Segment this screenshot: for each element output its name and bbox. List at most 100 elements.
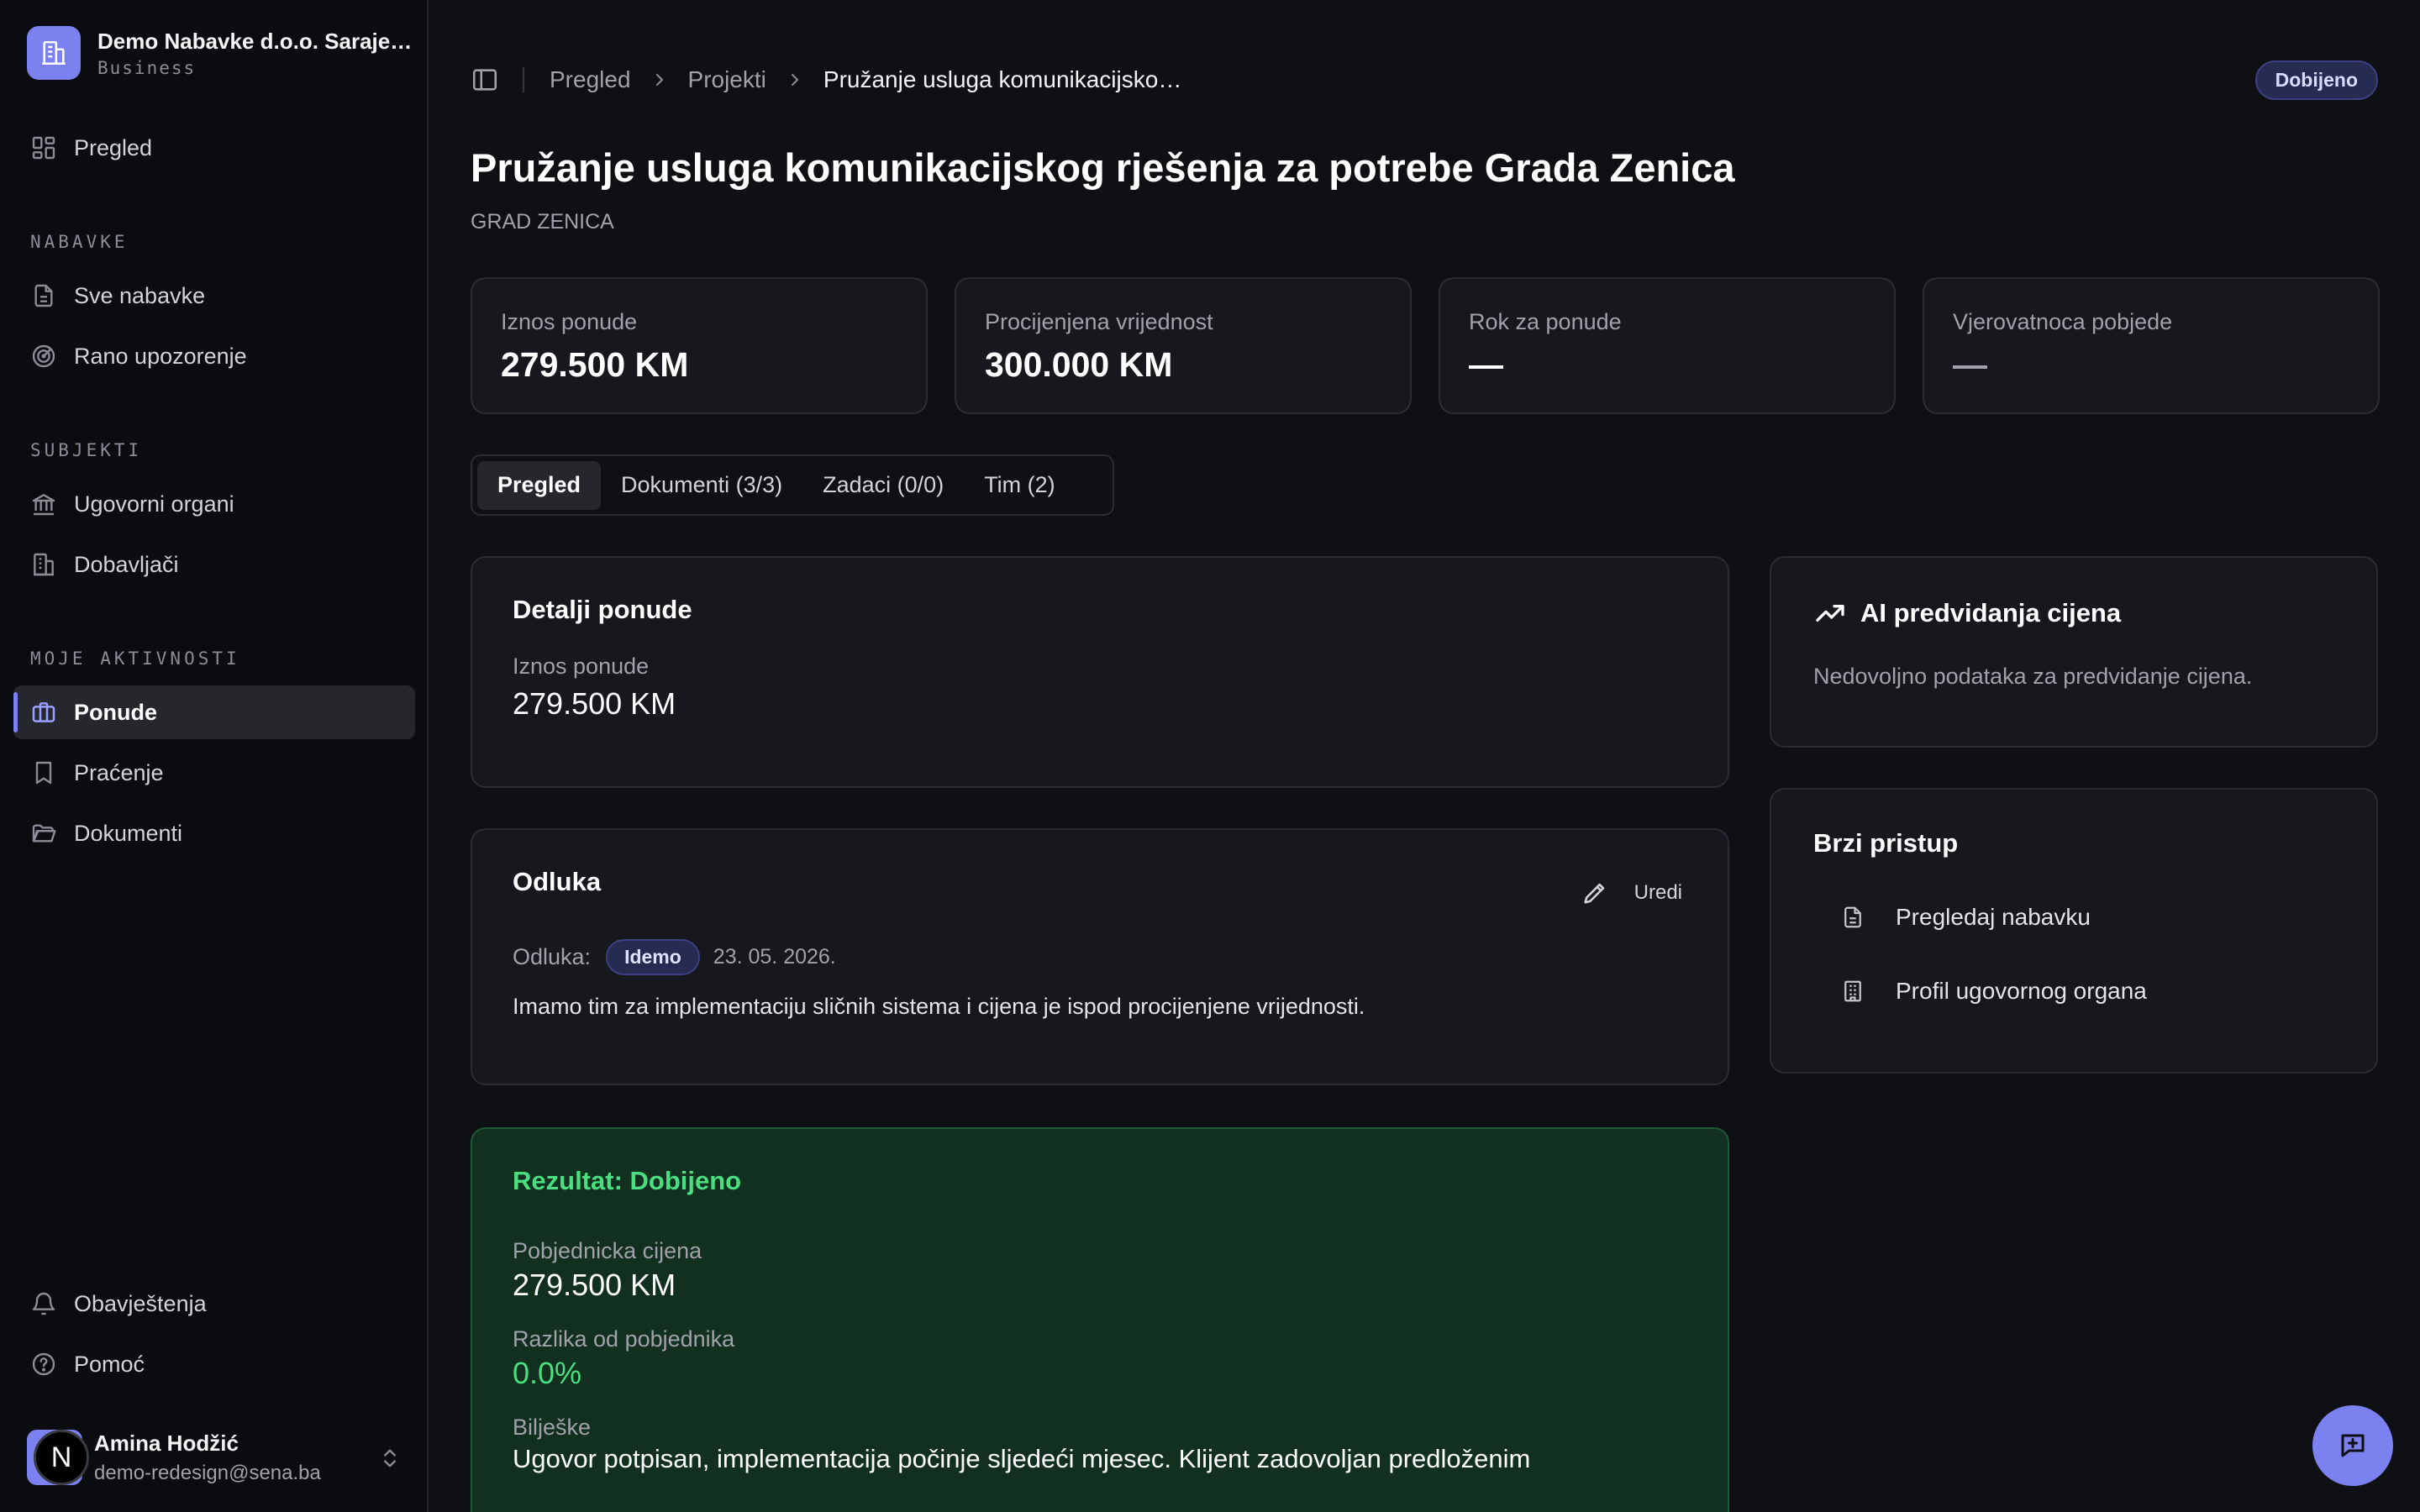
decision-card: Odluka Uredi Odluka: Idemo 23. 05. 2026.… — [471, 828, 1729, 1085]
quick-link-pregledaj-nabavku[interactable]: Pregledaj nabavku — [1813, 880, 2334, 954]
sidebar-item-ponude[interactable]: Ponude — [13, 685, 415, 739]
main-content: Pregled Projekti Pružanje usluga komunik… — [430, 0, 2420, 1512]
sidebar-item-label: Pomoć — [74, 1351, 145, 1377]
org-name: Demo Nabavke d.o.o. Saraje… — [97, 28, 410, 54]
dashboard-icon — [30, 134, 57, 161]
sidebar-item-sve-nabavke[interactable]: Sve nabavke — [13, 269, 415, 323]
result-card: Rezultat: Dobijeno Pobjednicka cijena 27… — [471, 1127, 1729, 1512]
sidebar-item-label: Pregled — [74, 134, 153, 160]
stat-card-rok: Rok za ponude — — [1439, 277, 1896, 414]
bell-icon — [30, 1290, 57, 1317]
stat-value: — — [1469, 345, 1503, 384]
stat-label: Procijenjena vrijednost — [985, 309, 1213, 334]
tab-bar: Pregled Dokumenti (3/3) Zadaci (0/0) Tim… — [471, 454, 1114, 516]
breadcrumb-current: Pružanje usluga komunikacijsko… — [823, 66, 1182, 92]
org-switcher[interactable]: Demo Nabavke d.o.o. Saraje… Business — [27, 25, 410, 81]
message-plus-icon — [2338, 1431, 2368, 1461]
sidebar-item-label: Ugovorni organi — [74, 491, 234, 517]
section-label-aktivnosti: MOJE AKTIVNOSTI — [30, 648, 240, 669]
breadcrumb-projekti[interactable]: Projekti — [688, 66, 766, 93]
tab-tim[interactable]: Tim (2) — [964, 461, 1075, 510]
sidebar-item-pregled[interactable]: Pregled — [13, 121, 415, 175]
avatar-initial: N — [34, 1430, 89, 1485]
tab-pregled[interactable]: Pregled — [477, 460, 602, 510]
winning-price-value: 279.500 KM — [513, 1268, 676, 1302]
sidebar-item-label: Dobavljači — [74, 551, 179, 577]
quick-title: Brzi pristup — [1813, 828, 1959, 858]
notes-value: Ugovor potpisan, implementacija počinje … — [513, 1444, 1531, 1473]
chevrons-up-down-icon[interactable] — [378, 1446, 402, 1470]
edit-label: Uredi — [1634, 881, 1682, 904]
sidebar-item-dobavljaci[interactable]: Dobavljači — [13, 538, 415, 591]
sidebar-item-label: Ponude — [74, 699, 157, 725]
stat-value: 279.500 KM — [501, 345, 689, 384]
stat-card-vjerovatnoca: Vjerovatnoca pobjede — — [1923, 277, 2380, 414]
tab-zadaci[interactable]: Zadaci (0/0) — [802, 461, 964, 510]
notes-label: Bilješke — [513, 1415, 592, 1440]
decision-title: Odluka — [513, 867, 602, 896]
avatar: N — [27, 1430, 89, 1485]
sidebar-item-obavjestenja[interactable]: Obavještenja — [13, 1277, 415, 1331]
quick-link-profil-organa[interactable]: Profil ugovornog organa — [1813, 954, 2334, 1028]
tab-dokumenti[interactable]: Dokumenti (3/3) — [601, 461, 802, 510]
sidebar-item-pracenje[interactable]: Praćenje — [13, 746, 415, 800]
chat-fab-button[interactable] — [2312, 1405, 2393, 1486]
section-label-subjekti: SUBJEKTI — [30, 440, 143, 460]
details-card: Detalji ponude Iznos ponude 279.500 KM — [471, 556, 1729, 788]
user-email: demo-redesign@sena.ba — [94, 1461, 321, 1484]
breadcrumb-pregled[interactable]: Pregled — [550, 66, 631, 93]
ai-card: AI predvidanja cijena Nedovoljno podatak… — [1770, 556, 2378, 748]
divider — [523, 67, 524, 92]
sidebar-toggle-icon[interactable] — [471, 66, 499, 94]
trending-up-icon — [1813, 596, 1847, 630]
chevron-right-icon — [650, 70, 670, 90]
user-menu[interactable]: N Amina Hodžić demo-redesign@sena.ba — [27, 1420, 410, 1495]
stat-label: Rok za ponude — [1469, 309, 1622, 334]
building-icon — [1840, 979, 1865, 1004]
amount-label: Iznos ponude — [513, 654, 650, 679]
sidebar-item-ugovorni-organi[interactable]: Ugovorni organi — [13, 477, 415, 531]
quick-access-card: Brzi pristup Pregledaj nabavku Profil ug… — [1770, 788, 2378, 1074]
sidebar-item-label: Sve nabavke — [74, 282, 206, 308]
stat-card-iznos: Iznos ponude 279.500 KM — [471, 277, 928, 414]
topbar: Pregled Projekti Pružanje usluga komunik… — [471, 59, 2378, 101]
section-label-nabavke: NABAVKE — [30, 232, 129, 252]
stat-card-procijenjena: Procijenjena vrijednost 300.000 KM — [955, 277, 1412, 414]
quick-link-label: Pregledaj nabavku — [1896, 904, 2091, 930]
sidebar-item-label: Obavještenja — [74, 1290, 207, 1316]
chevron-right-icon — [785, 70, 805, 90]
sidebar-item-label: Praćenje — [74, 759, 164, 785]
radar-icon — [30, 343, 57, 370]
sidebar-item-pomoc[interactable]: Pomoć — [13, 1337, 415, 1391]
sidebar-item-rano-upozorenje[interactable]: Rano upozorenje — [13, 329, 415, 383]
ai-text: Nedovoljno podataka za predvidanje cijen… — [1813, 664, 2253, 689]
building-icon — [30, 551, 57, 578]
sidebar-item-label: Rano upozorenje — [74, 343, 247, 369]
decision-row: Odluka: Idemo 23. 05. 2026. — [513, 939, 1687, 975]
sidebar-item-dokumenti[interactable]: Dokumenti — [13, 806, 415, 860]
help-circle-icon — [30, 1351, 57, 1378]
edit-button[interactable]: Uredi — [1581, 879, 1682, 907]
org-plan: Business — [97, 57, 197, 78]
landmark-icon — [30, 491, 57, 517]
diff-label: Razlika od pobjednika — [513, 1326, 735, 1352]
briefcase-icon — [30, 699, 57, 726]
building-icon — [27, 26, 81, 80]
decision-date: 23. 05. 2026. — [713, 945, 836, 969]
file-text-icon — [1840, 905, 1865, 930]
folder-open-icon — [30, 820, 57, 847]
stat-value: 300.000 KM — [985, 345, 1173, 384]
page-subtitle: GRAD ZENICA — [471, 210, 614, 234]
decision-badge: Idemo — [606, 939, 700, 975]
bookmark-icon — [30, 759, 57, 786]
user-name: Amina Hodžić — [94, 1430, 239, 1456]
ai-title: AI predvidanja cijena — [1860, 598, 2122, 627]
diff-value: 0.0% — [513, 1356, 582, 1390]
stat-label: Vjerovatnoca pobjede — [1953, 309, 2173, 334]
sidebar-item-label: Dokumenti — [74, 820, 183, 846]
details-title: Detalji ponude — [513, 595, 692, 624]
amount-value: 279.500 KM — [513, 686, 676, 721]
pencil-icon — [1581, 879, 1609, 907]
winning-price-label: Pobjednicka cijena — [513, 1238, 702, 1263]
sidebar: Demo Nabavke d.o.o. Saraje… Business Pre… — [0, 0, 429, 1512]
